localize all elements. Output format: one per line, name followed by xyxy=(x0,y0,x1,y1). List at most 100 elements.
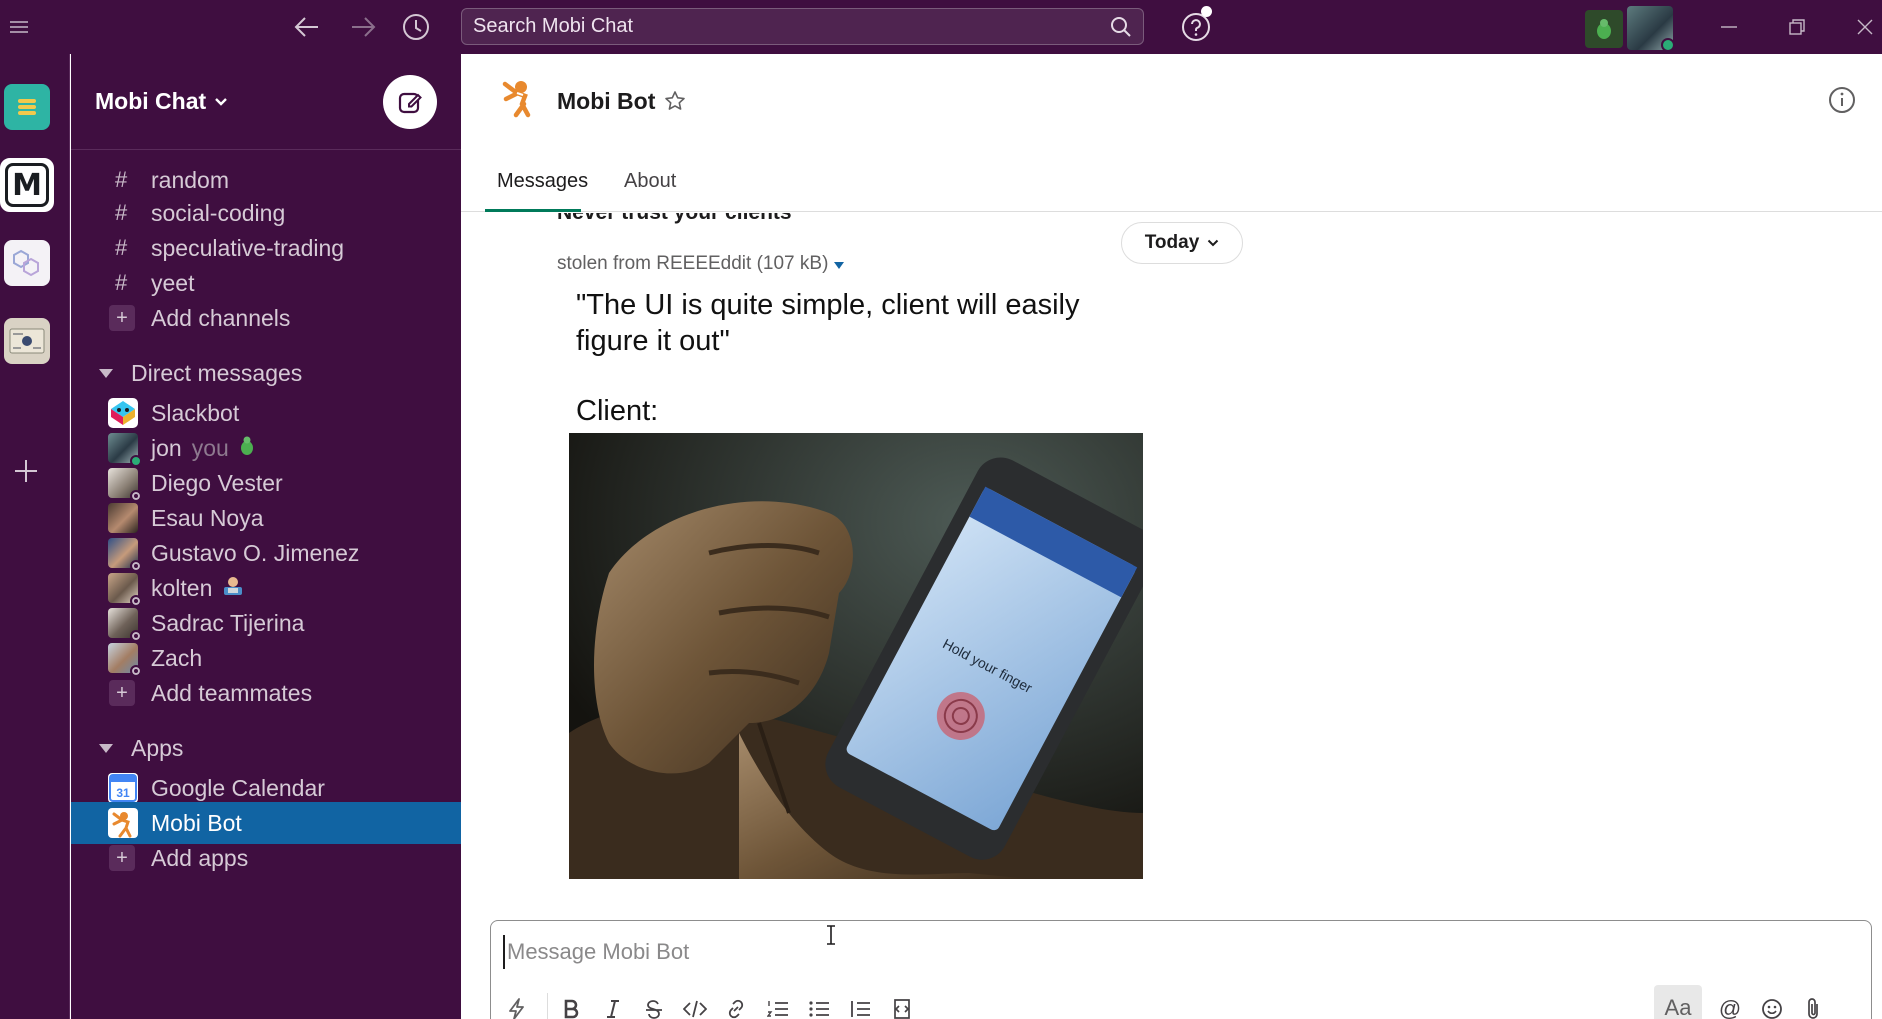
plus-icon: + xyxy=(109,305,135,331)
compose-icon xyxy=(398,92,422,114)
status-emoji-icon[interactable] xyxy=(1585,10,1623,48)
meme-caption: "The UI is quite simple, client will eas… xyxy=(576,289,1080,357)
compose-button[interactable] xyxy=(383,75,437,129)
toolbar-divider xyxy=(547,993,548,1019)
back-arrow-icon[interactable] xyxy=(289,0,325,54)
message-composer[interactable]: Aa @ xyxy=(490,920,1872,1019)
notification-dot xyxy=(1201,6,1212,17)
workspace-header: Mobi Chat xyxy=(71,54,461,150)
dm-label: Diego Vester xyxy=(151,469,283,496)
message-input[interactable] xyxy=(503,935,1803,969)
plus-icon: + xyxy=(109,680,135,706)
message-text: Never trust your clients xyxy=(557,213,792,225)
caret-down-icon[interactable] xyxy=(99,368,113,378)
add-apps-button[interactable]: + Add apps xyxy=(71,837,461,879)
title-bar xyxy=(0,0,1882,54)
plus-icon: + xyxy=(109,845,135,871)
workspace-name-button[interactable]: Mobi Chat xyxy=(95,88,228,115)
meme-photo: Hold your finger xyxy=(569,433,1143,879)
avatar xyxy=(108,538,142,572)
you-tag: you xyxy=(191,434,229,461)
app-label: Google Calendar xyxy=(151,774,325,801)
file-name: stolen from REEEEddit (107 kB) xyxy=(557,253,829,274)
section-direct-messages[interactable]: Direct messages xyxy=(71,352,461,394)
add-channels-label: Add channels xyxy=(151,304,291,331)
section-apps[interactable]: Apps xyxy=(71,727,461,769)
italic-icon[interactable] xyxy=(599,995,627,1019)
formatting-toggle-button[interactable]: Aa xyxy=(1654,985,1702,1019)
image-attachment[interactable]: "The UI is quite simple, client will eas… xyxy=(565,287,1147,879)
dm-label: Zach xyxy=(151,644,203,671)
bulleted-list-icon[interactable] xyxy=(805,995,833,1019)
workspace-switcher-3[interactable] xyxy=(4,240,50,286)
active-tab-indicator xyxy=(485,209,581,212)
channel-header: Mobi Bot Messages About xyxy=(461,54,1882,212)
meme-client-label: Client: xyxy=(576,395,659,427)
technologist-emoji-icon xyxy=(222,576,244,600)
search-icon[interactable] xyxy=(1110,16,1132,43)
workspace-mobi-chat[interactable]: M xyxy=(0,158,54,212)
ordered-list-icon[interactable] xyxy=(764,995,792,1019)
code-block-icon[interactable] xyxy=(887,995,915,1019)
hash-icon: # xyxy=(115,270,128,295)
channel-label: speculative-trading xyxy=(151,234,345,261)
avatar xyxy=(108,468,142,502)
add-workspace-icon[interactable] xyxy=(11,456,41,486)
app-label: Mobi Bot xyxy=(151,809,242,836)
slackbot-avatar-icon xyxy=(108,398,138,428)
layers-icon xyxy=(18,99,36,115)
chevron-down-icon xyxy=(215,97,228,106)
shortcuts-lightning-icon[interactable] xyxy=(503,995,531,1019)
workspace-switcher-4[interactable] xyxy=(4,318,50,364)
mention-icon[interactable]: @ xyxy=(1716,995,1744,1019)
strikethrough-icon[interactable] xyxy=(640,995,668,1019)
mobi-bot-icon xyxy=(108,808,138,838)
channel-label: random xyxy=(151,166,229,193)
history-icon[interactable] xyxy=(398,0,434,54)
channel-title[interactable]: Mobi Bot xyxy=(557,88,655,115)
search-input[interactable] xyxy=(473,15,1073,38)
online-status-icon xyxy=(1661,38,1675,52)
caret-down-icon[interactable] xyxy=(834,261,845,269)
bold-icon[interactable] xyxy=(557,995,585,1019)
user-status[interactable] xyxy=(1585,4,1677,52)
file-attachment-header[interactable]: stolen from REEEEddit (107 kB) xyxy=(557,253,845,275)
info-icon[interactable] xyxy=(1828,86,1856,119)
add-teammates-button[interactable]: + Add teammates xyxy=(71,672,461,714)
google-calendar-icon: 31 xyxy=(108,773,138,803)
attachment-icon[interactable] xyxy=(1799,995,1827,1019)
star-icon[interactable] xyxy=(664,90,686,117)
add-channels-button[interactable]: + Add channels xyxy=(71,297,461,339)
date-divider-button[interactable]: Today xyxy=(1121,222,1243,264)
hash-icon: # xyxy=(115,200,128,225)
tab-messages[interactable]: Messages xyxy=(497,170,588,193)
hash-icon: # xyxy=(115,167,128,192)
workspace-thumbnail-icon xyxy=(9,328,45,354)
formatting-toolbar: Aa @ xyxy=(491,979,1873,1019)
dm-label: Slackbot xyxy=(151,399,240,426)
avatar xyxy=(108,608,142,642)
avatar xyxy=(108,433,142,467)
restore-icon[interactable] xyxy=(1780,0,1814,54)
search-bar[interactable] xyxy=(461,8,1144,45)
menu-icon[interactable] xyxy=(4,0,34,54)
date-label: Today xyxy=(1144,232,1200,253)
link-icon[interactable] xyxy=(722,995,750,1019)
workspace-switcher-1[interactable] xyxy=(4,84,50,130)
close-icon[interactable] xyxy=(1848,0,1882,54)
add-teammates-label: Add teammates xyxy=(151,679,313,706)
mobi-bot-avatar-icon xyxy=(499,76,541,118)
code-icon[interactable] xyxy=(681,995,709,1019)
forward-arrow-icon[interactable] xyxy=(345,0,381,54)
tab-about[interactable]: About xyxy=(624,170,676,193)
blockquote-icon[interactable] xyxy=(846,995,874,1019)
avatar[interactable] xyxy=(1627,6,1675,52)
workspace-rail: M xyxy=(0,54,70,1019)
section-label: Direct messages xyxy=(131,359,303,386)
workspace-name: Mobi Chat xyxy=(95,88,207,114)
minimize-icon[interactable] xyxy=(1712,0,1746,54)
emoji-icon[interactable] xyxy=(1758,995,1786,1019)
caret-down-icon[interactable] xyxy=(99,743,113,753)
dm-label: Esau Noya xyxy=(151,504,264,531)
workspace-logo: M xyxy=(5,163,49,207)
